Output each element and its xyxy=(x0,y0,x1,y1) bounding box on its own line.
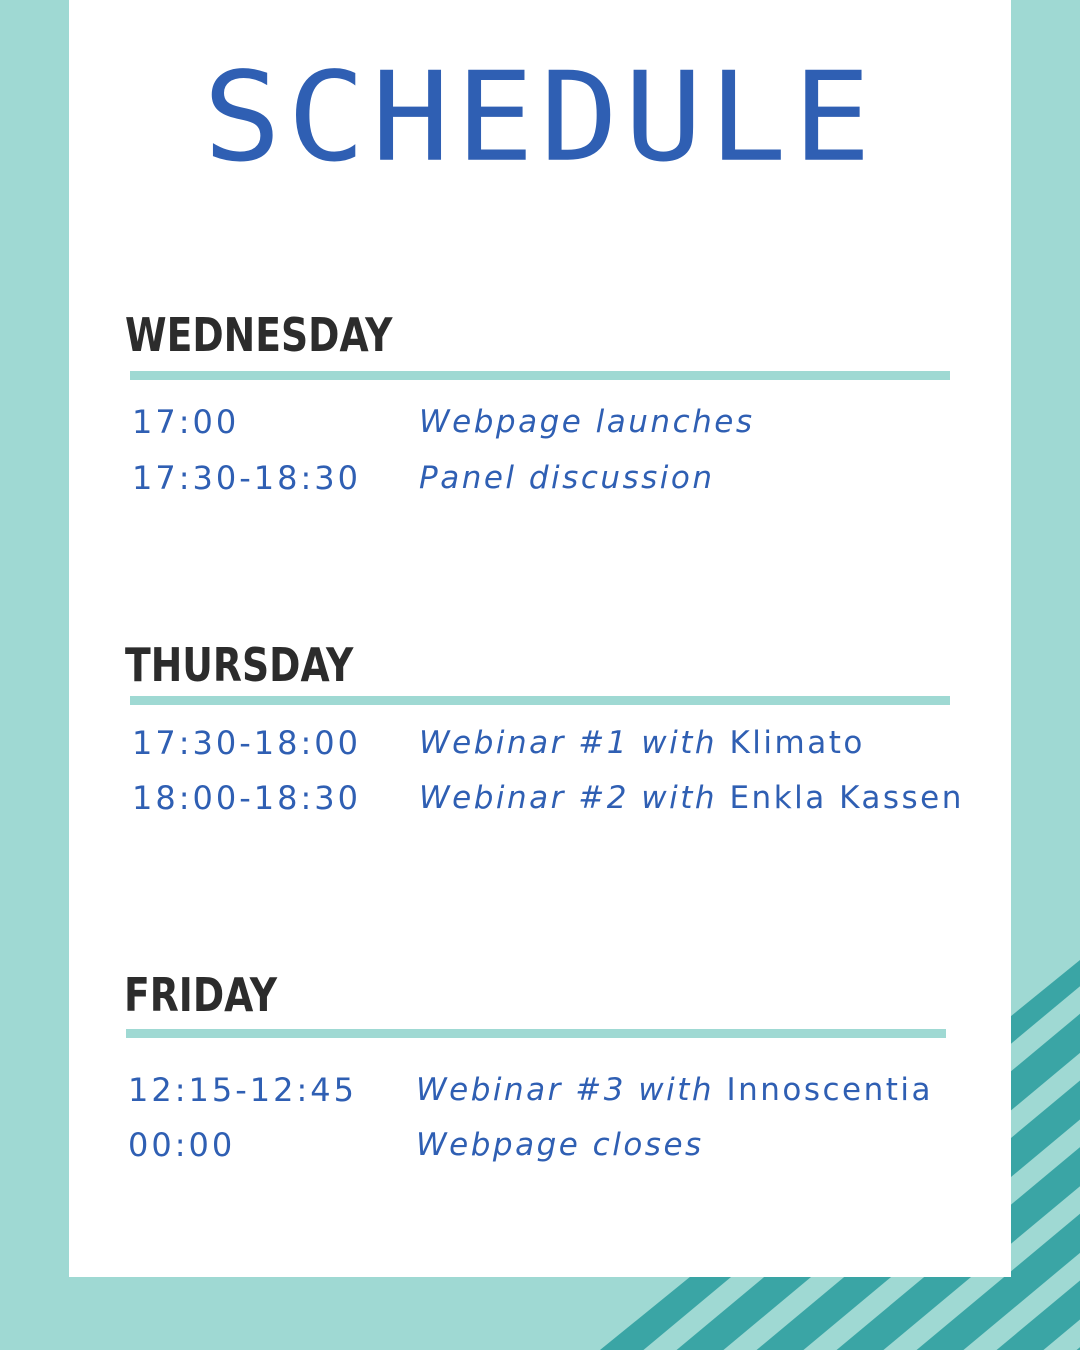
event-time: 17:30-18:00 xyxy=(132,724,361,762)
day-heading: WEDNESDAY xyxy=(125,308,393,362)
schedule-card: SCHEDULE WEDNESDAY 17:00 Webpage launche… xyxy=(69,0,1011,1277)
schedule-row: 12:15-12:45 Webinar #3 with Innoscentia xyxy=(69,1070,1011,1110)
event-text: Webinar #3 with xyxy=(416,1072,715,1108)
divider xyxy=(130,371,950,380)
event-text: Webinar #1 with xyxy=(419,725,718,761)
event-guest: Klimato xyxy=(729,725,865,761)
event-description: Webpage closes xyxy=(416,1125,704,1165)
event-description: Webinar #1 with Klimato xyxy=(419,723,865,763)
day-heading: FRIDAY xyxy=(124,968,278,1022)
page-title: SCHEDULE xyxy=(202,44,878,190)
event-description: Webinar #2 with Enkla Kassen xyxy=(419,778,964,818)
event-time: 17:00 xyxy=(132,403,240,441)
event-description: Webpage launches xyxy=(419,402,755,442)
divider xyxy=(130,696,950,705)
event-guest: Innoscentia xyxy=(726,1072,934,1108)
event-time: 12:15-12:45 xyxy=(128,1071,357,1109)
schedule-row: 17:00 Webpage launches xyxy=(69,402,1011,442)
event-text: Webpage closes xyxy=(416,1127,704,1163)
day-heading: THURSDAY xyxy=(125,638,354,692)
schedule-row: 17:30-18:00 Webinar #1 with Klimato xyxy=(69,723,1011,763)
event-description: Webinar #3 with Innoscentia xyxy=(416,1070,933,1110)
event-guest: Enkla Kassen xyxy=(729,780,964,816)
event-description: Panel discussion xyxy=(419,458,715,498)
event-time: 18:00-18:30 xyxy=(132,779,361,817)
event-text: Panel discussion xyxy=(419,460,715,496)
schedule-row: 00:00 Webpage closes xyxy=(69,1125,1011,1165)
divider xyxy=(126,1029,946,1038)
event-time: 17:30-18:30 xyxy=(132,459,361,497)
event-time: 00:00 xyxy=(128,1126,236,1164)
schedule-row: 18:00-18:30 Webinar #2 with Enkla Kassen xyxy=(69,778,1011,818)
event-text: Webpage launches xyxy=(419,404,755,440)
event-text: Webinar #2 with xyxy=(419,780,718,816)
schedule-row: 17:30-18:30 Panel discussion xyxy=(69,458,1011,498)
